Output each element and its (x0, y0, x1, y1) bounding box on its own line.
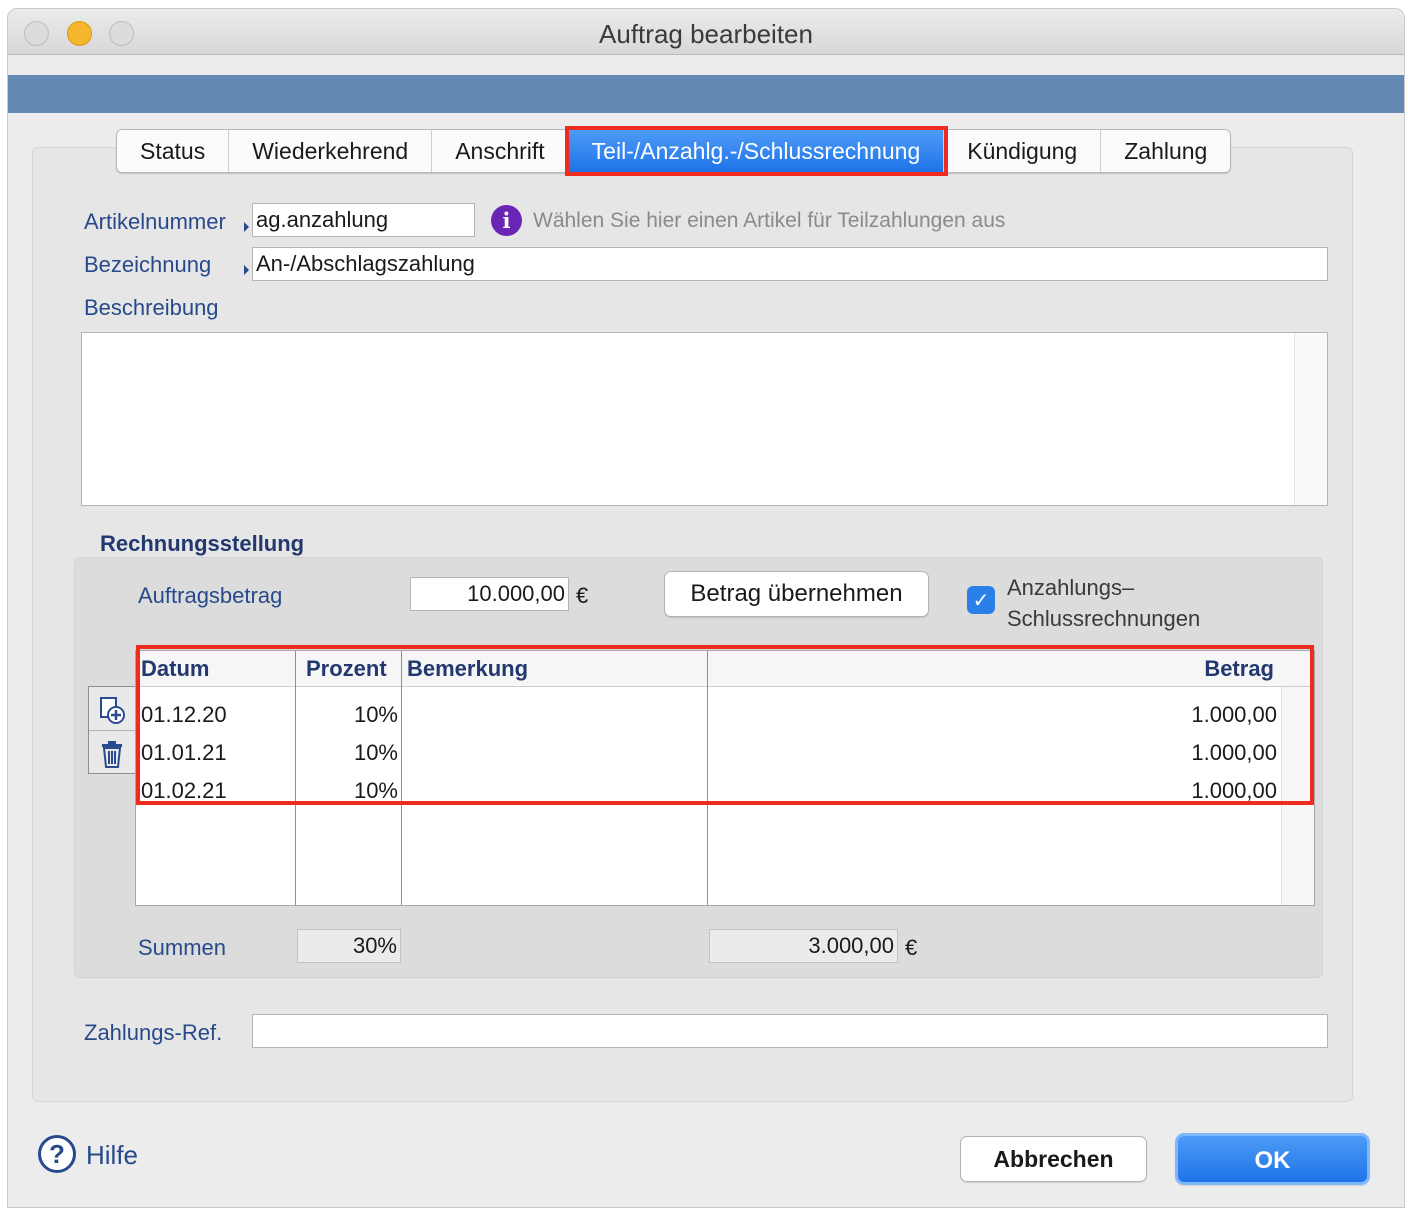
table-scrollbar[interactable] (1281, 687, 1314, 905)
table-row[interactable]: 01.12.20 10% 1.000,00 (136, 696, 1314, 734)
payments-table: Datum Prozent Bemerkung Betrag 01.12.20 … (135, 650, 1315, 906)
help-label[interactable]: Hilfe (86, 1140, 138, 1171)
info-icon: i (491, 205, 522, 236)
beschreibung-textarea[interactable] (81, 332, 1328, 506)
delete-row-button[interactable] (89, 731, 135, 775)
cell-betrag[interactable]: 1.000,00 (1191, 696, 1277, 734)
beschreibung-scrollbar[interactable] (1294, 333, 1327, 505)
bezeichnung-label: Bezeichnung (84, 252, 212, 277)
table-header: Datum Prozent Bemerkung Betrag (136, 651, 1314, 687)
col-header-prozent[interactable]: Prozent (306, 651, 387, 687)
tab-teil-anzahlung-schlussrechnung[interactable]: Teil-/Anzahlg.-/Schlussrechnung (564, 126, 949, 176)
tab-kuendigung[interactable]: Kündigung (944, 130, 1102, 172)
auftragsbetrag-label: Auftragsbetrag (138, 583, 283, 608)
summen-prozent-field: 30% (297, 929, 401, 963)
cell-prozent[interactable]: 10% (296, 696, 398, 734)
checkmark-icon: ✓ (972, 588, 990, 612)
tab-wiederkehrend[interactable]: Wiederkehrend (229, 130, 433, 172)
bezeichnung-field[interactable]: An-/Abschlagszahlung (252, 247, 1328, 281)
cell-prozent[interactable]: 10% (296, 772, 398, 810)
summen-betrag-field: 3.000,00 (709, 929, 898, 963)
rechnungsstellung-title: Rechnungsstellung (100, 531, 305, 556)
cell-datum[interactable]: 01.02.21 (141, 772, 227, 810)
title-bar: Auftrag bearbeiten (8, 9, 1404, 55)
zahlungsref-field[interactable] (252, 1014, 1328, 1048)
artikelnummer-label: Artikelnummer (84, 209, 226, 234)
add-row-button[interactable] (89, 687, 135, 731)
col-header-betrag[interactable]: Betrag (1204, 651, 1274, 687)
header-band (8, 75, 1404, 113)
auftragsbetrag-currency: € (576, 583, 589, 608)
anzahlungs-schlussrechnungen-label: Anzahlungs– Schlussrechnungen (1007, 572, 1200, 634)
artikelnummer-link-arrow[interactable] (244, 222, 249, 232)
add-row-icon (100, 696, 125, 724)
table-row[interactable]: 01.01.21 10% 1.000,00 (136, 734, 1314, 772)
summen-currency: € (905, 935, 918, 960)
artikel-hint-text: Wählen Sie hier einen Artikel für Teilza… (533, 209, 1006, 232)
checkbox-label-line2: Schlussrechnungen (1007, 606, 1201, 631)
cell-betrag[interactable]: 1.000,00 (1191, 772, 1277, 810)
table-row[interactable]: 01.02.21 10% 1.000,00 (136, 772, 1314, 810)
cell-prozent[interactable]: 10% (296, 734, 398, 772)
checkbox-label-line1: Anzahlungs– (1007, 575, 1135, 600)
auftragsbetrag-field[interactable]: 10.000,00 (410, 577, 569, 611)
betrag-uebernehmen-button[interactable]: Betrag übernehmen (664, 571, 929, 617)
cell-datum[interactable]: 01.01.21 (141, 734, 227, 772)
anzahlungs-schlussrechnungen-checkbox[interactable]: ✓ (967, 586, 995, 614)
bezeichnung-link-arrow[interactable] (244, 265, 249, 275)
help-icon[interactable]: ? (38, 1135, 76, 1173)
tab-zahlung[interactable]: Zahlung (1101, 130, 1230, 172)
row-action-buttons (88, 686, 135, 774)
ok-button[interactable]: OK (1175, 1133, 1370, 1185)
tab-anschrift[interactable]: Anschrift (432, 130, 569, 172)
col-header-datum[interactable]: Datum (141, 651, 209, 687)
zahlungsref-label: Zahlungs-Ref. (84, 1020, 223, 1045)
cell-datum[interactable]: 01.12.20 (141, 696, 227, 734)
cancel-button[interactable]: Abbrechen (960, 1136, 1147, 1182)
col-header-bemerkung[interactable]: Bemerkung (407, 651, 528, 687)
summen-label: Summen (138, 935, 227, 960)
tab-bar: Status Wiederkehrend Anschrift Teil-/Anz… (116, 126, 1232, 176)
trash-icon (102, 740, 122, 768)
beschreibung-label: Beschreibung (84, 295, 219, 320)
cell-betrag[interactable]: 1.000,00 (1191, 734, 1277, 772)
window-title: Auftrag bearbeiten (599, 19, 813, 49)
tab-status[interactable]: Status (117, 130, 230, 172)
artikelnummer-field[interactable]: ag.anzahlung (252, 203, 475, 237)
